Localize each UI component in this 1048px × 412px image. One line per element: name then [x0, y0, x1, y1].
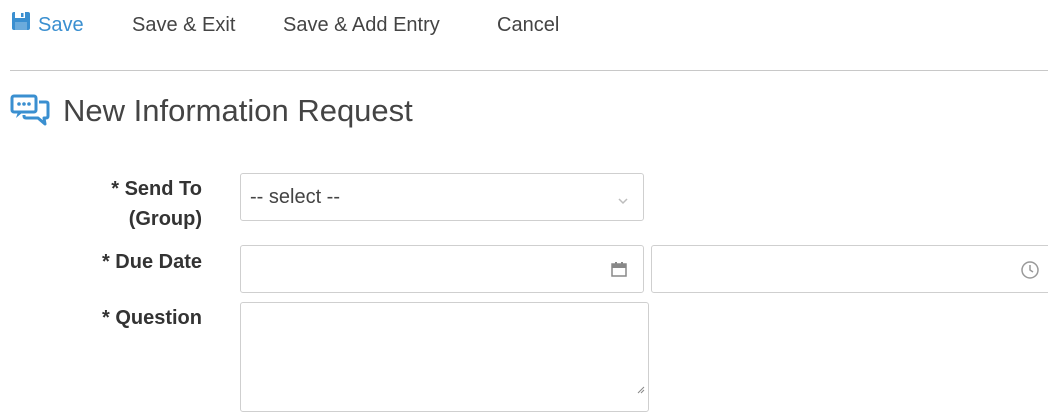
floppy-disk-icon	[12, 11, 30, 37]
due-date-input[interactable]	[240, 245, 644, 293]
save-button[interactable]: Save	[12, 11, 84, 39]
chevron-down-icon	[617, 192, 629, 210]
toolbar-divider	[10, 70, 1048, 71]
save-exit-button[interactable]: Save & Exit	[132, 12, 235, 38]
due-time-input[interactable]	[651, 245, 1048, 293]
toolbar: Save Save & Exit Save & Add Entry Cancel	[0, 0, 1048, 52]
send-to-select-value: -- select --	[250, 186, 340, 208]
due-date-label: * Due Date	[101, 251, 202, 273]
page-title: New Information Request	[63, 93, 413, 128]
send-to-select[interactable]: -- select --	[240, 173, 644, 221]
question-textarea[interactable]	[240, 302, 649, 412]
chat-bubbles-icon	[10, 94, 50, 133]
resize-grip-icon[interactable]	[635, 381, 645, 399]
question-label: * Question	[101, 307, 202, 329]
send-to-label: * Send To (Group)	[40, 174, 202, 234]
save-add-entry-button[interactable]: Save & Add Entry	[283, 12, 440, 38]
save-label: Save	[38, 14, 84, 36]
clock-icon[interactable]	[1020, 260, 1040, 285]
send-to-label-line2: (Group)	[128, 208, 202, 230]
send-to-label-line1: * Send To	[111, 178, 202, 200]
calendar-icon[interactable]	[611, 261, 627, 282]
cancel-button[interactable]: Cancel	[497, 12, 559, 38]
